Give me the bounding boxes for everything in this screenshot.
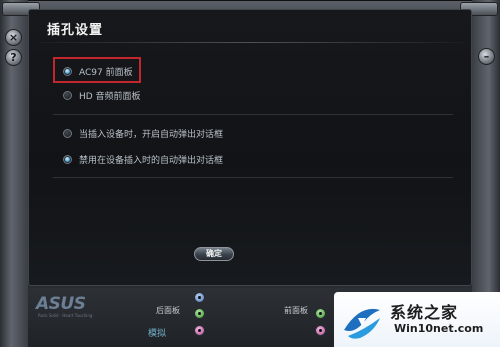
radio-ac97[interactable] [63, 67, 72, 76]
option-popup-on-insert-label: 当插入设备时，开启自动弹出对话框 [79, 130, 224, 140]
front-panel-label: 前面板 [284, 306, 308, 315]
section-divider [53, 114, 453, 115]
back-jack-pink[interactable] [194, 325, 205, 336]
option-hd-label: HD 音频前面板 [79, 92, 141, 102]
front-jack-green[interactable] [315, 308, 326, 319]
minimize-icon[interactable]: – [478, 48, 495, 65]
option-ac97[interactable]: AC97 前面板 [63, 65, 133, 78]
watermark-title: 系统之家 [390, 303, 459, 322]
option-disable-popup-label: 禁用在设备插入时的自动弹出对话框 [79, 156, 224, 166]
watermark-url: Win10net.com [394, 322, 484, 335]
asus-logo: ASUS [36, 294, 86, 314]
ok-button[interactable]: 确定 [194, 247, 234, 261]
mode-label: 模拟 [148, 329, 167, 339]
watermark-logo-icon [344, 308, 380, 339]
back-jack-green[interactable] [194, 308, 205, 319]
option-disable-popup[interactable]: 禁用在设备插入时的自动弹出对话框 [63, 153, 223, 166]
option-ac97-label: AC97 前面板 [79, 68, 133, 78]
radio-popup-on-insert[interactable] [63, 129, 72, 138]
front-jack-pink[interactable] [315, 325, 326, 336]
radio-hd[interactable] [63, 91, 72, 100]
jack-settings-panel: 插孔设置 AC97 前面板 HD 音频前面板 当插入设备时，开启自动弹出对话框 … [28, 9, 472, 286]
left-rail: × ? [0, 0, 28, 347]
option-popup-on-insert[interactable]: 当插入设备时，开启自动弹出对话框 [63, 127, 223, 140]
title-divider [39, 42, 463, 43]
radio-disable-popup[interactable] [63, 155, 72, 164]
close-icon[interactable]: × [5, 29, 22, 46]
back-panel-label: 后面板 [156, 306, 180, 315]
help-icon[interactable]: ? [5, 49, 22, 66]
back-jack-blue[interactable] [194, 292, 205, 303]
panel-title: 插孔设置 [47, 23, 104, 38]
option-hd[interactable]: HD 音频前面板 [63, 89, 141, 102]
section-divider-2 [53, 177, 453, 178]
asus-tagline: Rock Solid · Heart Touching [38, 313, 93, 318]
